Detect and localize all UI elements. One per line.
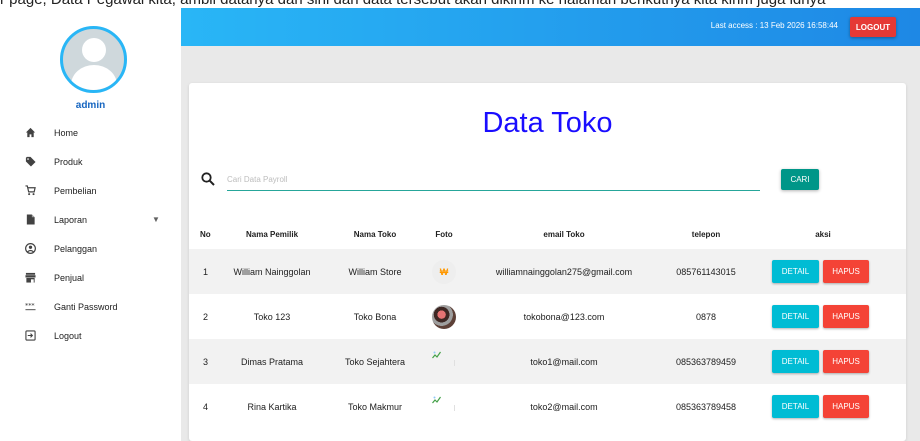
cell-nama-toko: Toko Makmur [347,401,403,412]
cell-telepon: 085363789459 [675,356,737,367]
column-header-nama-pemilik: Nama Pemilik [245,230,299,239]
logout-button[interactable]: LOGOUT [850,17,896,37]
top-caption: r page, Data Pegawai kita, ambil datanya… [0,0,920,8]
svg-text:***: *** [25,301,35,309]
user-circle-icon [24,243,36,255]
cell-email: williamnainggolan275@gmail.com [495,266,633,277]
home-icon [24,127,36,139]
cell-no: 2 [203,311,209,322]
sidebar-item-penjual[interactable]: Penjual [0,263,181,292]
page-title: Data Toko [482,107,613,139]
column-header-nama-toko: Nama Toko [353,230,397,239]
sidebar-item-logout[interactable]: Logout [0,321,181,350]
cell-nama-pemilik: William Nainggolan [233,266,311,277]
cell-no: 4 [203,401,209,412]
sidebar-item-home[interactable]: Home [0,118,181,147]
cell-nama-toko: Toko Bona [353,311,397,322]
sidebar-item-label: Home [54,127,79,138]
cell-foto [432,294,456,339]
cell-nama-toko: Toko Sejahtera [344,356,406,367]
column-header-foto: Foto [435,230,453,239]
cell-telepon: 085363789458 [675,401,737,412]
password-icon: *** [24,301,36,313]
sidebar-item-pelanggan[interactable]: Pelanggan [0,234,181,263]
table-row: 2 Toko 123 Toko Bona tokobona@123.com 08… [189,294,906,339]
cell-nama-pemilik: Rina Kartika [247,401,297,412]
detail-button[interactable]: DETAIL [772,260,819,283]
cell-nama-pemilik: Toko 123 [253,311,291,322]
broken-image-icon [432,350,456,374]
column-header-telepon: telepon [691,230,721,239]
cell-no: 3 [203,356,209,367]
cari-button[interactable]: CARI [781,169,819,190]
top-header: Last access : 13 Feb 2026 16:58:44 LOGOU… [181,8,920,46]
chevron-down-icon[interactable]: ▼ [152,215,160,224]
sidebar-username: admin [75,100,106,111]
cell-email: toko2@mail.com [530,401,598,412]
hapus-button[interactable]: HAPUS [823,260,869,283]
column-header-aksi: aksi [815,230,831,239]
table-row: 4 Rina Kartika Toko Makmur toko2@mail.co… [189,384,906,429]
sidebar: admin Home Produk Pembelian Laporan ▼ Pe… [0,8,181,441]
file-icon [24,214,36,226]
sidebar-item-label: Ganti Password [54,301,118,312]
cell-no: 1 [203,266,209,277]
store-icon [24,272,36,284]
sidebar-item-produk[interactable]: Produk [0,147,181,176]
search-icon [201,172,215,186]
cell-telepon: 085761143015 [676,266,736,277]
cell-foto [432,339,456,384]
sidebar-item-label: Produk [54,156,83,167]
cell-email: tokobona@123.com [523,311,605,322]
detail-button[interactable]: DETAIL [772,350,819,373]
sidebar-item-label: Penjual [54,272,85,283]
data-toko-card: Data Toko CARI No Nama Pemilik Nama Toko… [189,83,906,441]
sidebar-item-label: Laporan [54,214,88,225]
cell-nama-pemilik: Dimas Pratama [240,356,304,367]
sidebar-item-pembelian[interactable]: Pembelian [0,176,181,205]
sidebar-item-laporan[interactable]: Laporan ▼ [0,205,181,234]
broken-image-icon [432,395,456,419]
avatar [60,26,127,93]
sidebar-item-label: Logout [54,330,82,341]
tag-icon [24,156,36,168]
table-row: 3 Dimas Pratama Toko Sejahtera toko1@mai… [189,339,906,384]
cell-email: toko1@mail.com [530,356,598,367]
detail-button[interactable]: DETAIL [772,395,819,418]
hapus-button[interactable]: HAPUS [823,395,869,418]
top-strip: r page, Data Pegawai kita, ambil datanya… [0,0,920,8]
column-header-no: No [200,230,211,239]
hapus-button[interactable]: HAPUS [823,350,869,373]
store-photo-image [432,304,456,329]
cell-foto: ₩ [432,249,456,294]
sidebar-item-label: Pembelian [54,185,97,196]
search-input[interactable] [227,169,760,191]
sidebar-nav: Home Produk Pembelian Laporan ▼ Pelangga… [0,118,181,350]
last-access-text: Last access : 13 Feb 2026 16:58:44 [710,21,838,30]
store-logo-image: ₩ [432,259,456,284]
detail-button[interactable]: DETAIL [772,305,819,328]
sidebar-item-label: Pelanggan [54,243,98,254]
hapus-button[interactable]: HAPUS [823,305,869,328]
column-header-email-toko: email Toko [543,230,585,239]
sidebar-item-ganti-password[interactable]: *** Ganti Password [0,292,181,321]
cell-telepon: 0878 [695,311,717,322]
cell-nama-toko: William Store [348,266,402,277]
cart-icon [24,185,36,197]
cell-foto [432,384,456,429]
table-row: 1 William Nainggolan William Store ₩ wil… [189,249,906,294]
logout-icon [24,330,36,342]
